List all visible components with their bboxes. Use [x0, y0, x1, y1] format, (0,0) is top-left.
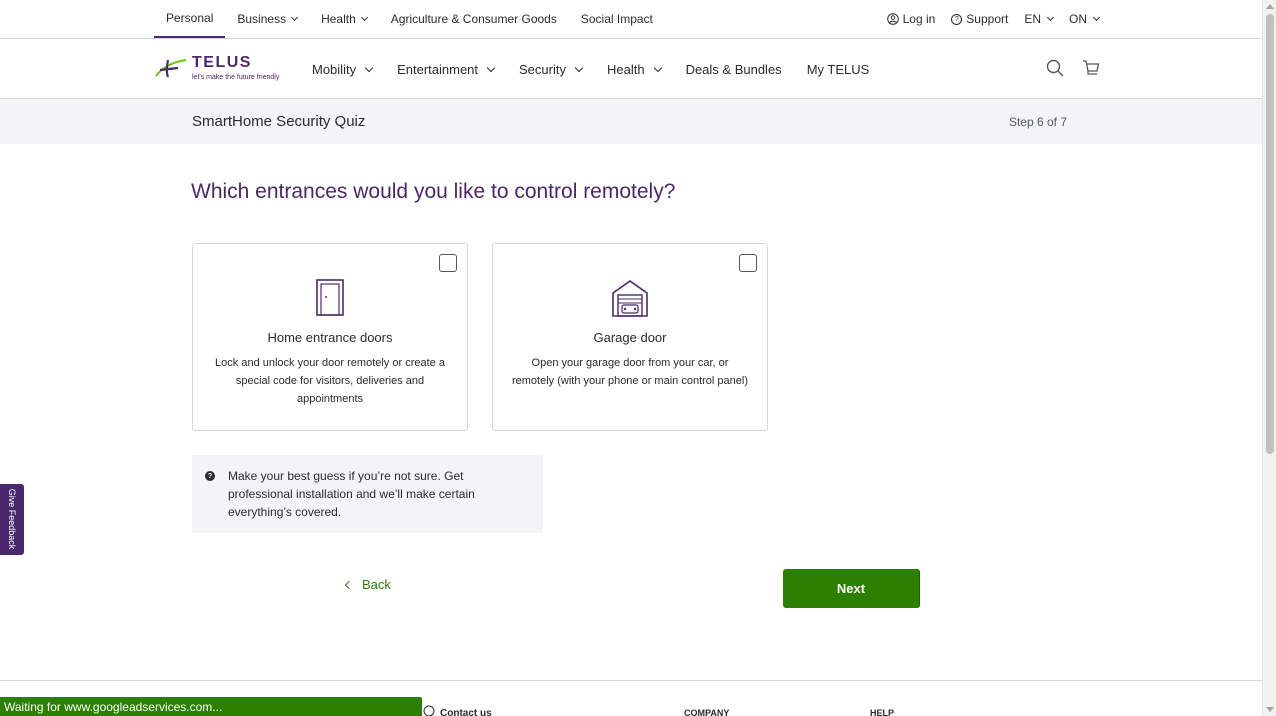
- nav-item-entertainment[interactable]: Entertainment: [397, 61, 496, 77]
- nav-item-label: Mobility: [312, 61, 357, 77]
- chevron-down-icon: [360, 13, 368, 22]
- quiz-title: SmartHome Security Quiz: [192, 113, 366, 130]
- language-label: EN: [1024, 12, 1041, 26]
- nav-item-my-telus[interactable]: My TELUS: [807, 62, 870, 77]
- garage-icon: [611, 279, 649, 322]
- nav-item-label: Health: [606, 61, 645, 77]
- support-link[interactable]: ? Support: [951, 12, 1008, 26]
- chevron-down-icon: [574, 63, 584, 72]
- back-button[interactable]: Back: [344, 577, 391, 592]
- user-icon: [886, 13, 899, 25]
- nav-item-label: My TELUS: [806, 61, 870, 77]
- province-select[interactable]: ON: [1069, 12, 1101, 26]
- hint-text: Make your best guess if you’re not sure.…: [228, 469, 475, 519]
- nav-item-label: Entertainment: [397, 61, 479, 77]
- nav-item-label: Security: [519, 61, 566, 77]
- logo-tagline: let's make the future friendly: [192, 74, 280, 81]
- option-checkbox[interactable]: [439, 254, 457, 272]
- scroll-down-arrow-icon[interactable]: [1266, 707, 1274, 712]
- support-label: Support: [966, 12, 1009, 26]
- quiz-header: SmartHome Security Quiz Step 6 of 7: [0, 99, 1262, 144]
- chevron-down-icon: [364, 63, 374, 72]
- utility-item-agriculture[interactable]: Agriculture & Consumer Goods: [379, 0, 569, 38]
- door-icon: [315, 279, 345, 322]
- option-checkbox[interactable]: [739, 254, 757, 272]
- cart-icon[interactable]: [1082, 59, 1100, 77]
- utility-nav: Personal Business Health Agriculture & C…: [0, 0, 1262, 39]
- utility-item-label: Personal: [166, 11, 214, 25]
- login-link[interactable]: Log in: [886, 12, 936, 26]
- page: Personal Business Health Agriculture & C…: [0, 0, 1262, 716]
- nav-item-deals[interactable]: Deals & Bundles: [686, 62, 782, 77]
- telus-logo-mark-icon: [155, 59, 187, 78]
- logo-wordmark: TELUS: [192, 54, 252, 71]
- option-title: Garage door: [593, 330, 667, 345]
- utility-item-business[interactable]: Business: [225, 0, 309, 38]
- hint-box: ? Make your best guess if you’re not sur…: [192, 455, 543, 533]
- search-icon[interactable]: [1046, 59, 1064, 77]
- feedback-label: Give Feedback: [7, 488, 17, 550]
- chevron-down-icon: [653, 63, 662, 72]
- help-icon: ?: [951, 13, 963, 25]
- question-heading: Which entrances would you like to contro…: [191, 180, 676, 203]
- nav-item-mobility[interactable]: Mobility: [312, 61, 374, 77]
- telus-logo[interactable]: TELUS let's make the future friendly: [154, 54, 294, 86]
- phone-icon: [423, 705, 435, 716]
- utility-nav-right: Log in ? Support EN ON: [886, 0, 1101, 38]
- quiz-step-indicator: Step 6 of 7: [1008, 115, 1067, 129]
- nav-item-label: Deals & Bundles: [685, 61, 782, 77]
- chevron-down-icon: [1046, 13, 1055, 22]
- utility-item-social-impact[interactable]: Social Impact: [569, 0, 665, 38]
- language-select[interactable]: EN: [1024, 12, 1055, 26]
- utility-item-health[interactable]: Health: [309, 0, 379, 38]
- scroll-up-arrow-icon[interactable]: [1266, 4, 1274, 9]
- nav-item-security[interactable]: Security: [519, 61, 584, 77]
- chevron-down-icon: [486, 63, 496, 72]
- browser-status-bar: Waiting for www.googleadservices.com...: [0, 697, 422, 716]
- option-description: Lock and unlock your door remotely or cr…: [215, 357, 445, 405]
- option-card-home-entrance[interactable]: Home entrance doors Lock and unlock your…: [192, 243, 468, 431]
- main-nav: TELUS let's make the future friendly Mob…: [0, 39, 1262, 99]
- back-label: Back: [362, 577, 391, 592]
- utility-item-personal[interactable]: Personal: [154, 0, 226, 38]
- chevron-down-icon: [1092, 13, 1101, 22]
- main-nav-links: Mobility Entertainment Security Health D…: [312, 39, 869, 99]
- option-description: Open your garage door from your car, or …: [511, 357, 748, 387]
- vertical-scrollbar[interactable]: [1262, 0, 1276, 716]
- utility-item-label: Business: [237, 12, 287, 26]
- utility-item-label: Health: [321, 12, 356, 26]
- question-circle-icon: ?: [205, 471, 215, 481]
- chevron-down-icon: [291, 13, 299, 22]
- footer-contact-link[interactable]: Contact us: [440, 708, 492, 716]
- give-feedback-tab[interactable]: Give Feedback: [0, 484, 24, 555]
- next-button[interactable]: Next: [783, 569, 919, 608]
- province-label: ON: [1069, 12, 1087, 26]
- scrollbar-thumb[interactable]: [1266, 14, 1274, 454]
- utility-item-label: Agriculture & Consumer Goods: [390, 12, 557, 26]
- utility-nav-left: Personal Business Health Agriculture & C…: [154, 0, 665, 38]
- footer-company-heading: COMPANY: [684, 708, 730, 716]
- chevron-left-icon: [344, 580, 354, 589]
- nav-icons: [1046, 59, 1100, 77]
- nav-item-health[interactable]: Health: [606, 61, 662, 77]
- login-label: Log in: [902, 12, 936, 26]
- option-card-garage-door[interactable]: Garage door Open your garage door from y…: [492, 243, 768, 431]
- footer-help-heading: HELP: [870, 708, 895, 716]
- option-title: Home entrance doors: [267, 330, 393, 345]
- utility-item-label: Social Impact: [580, 12, 653, 26]
